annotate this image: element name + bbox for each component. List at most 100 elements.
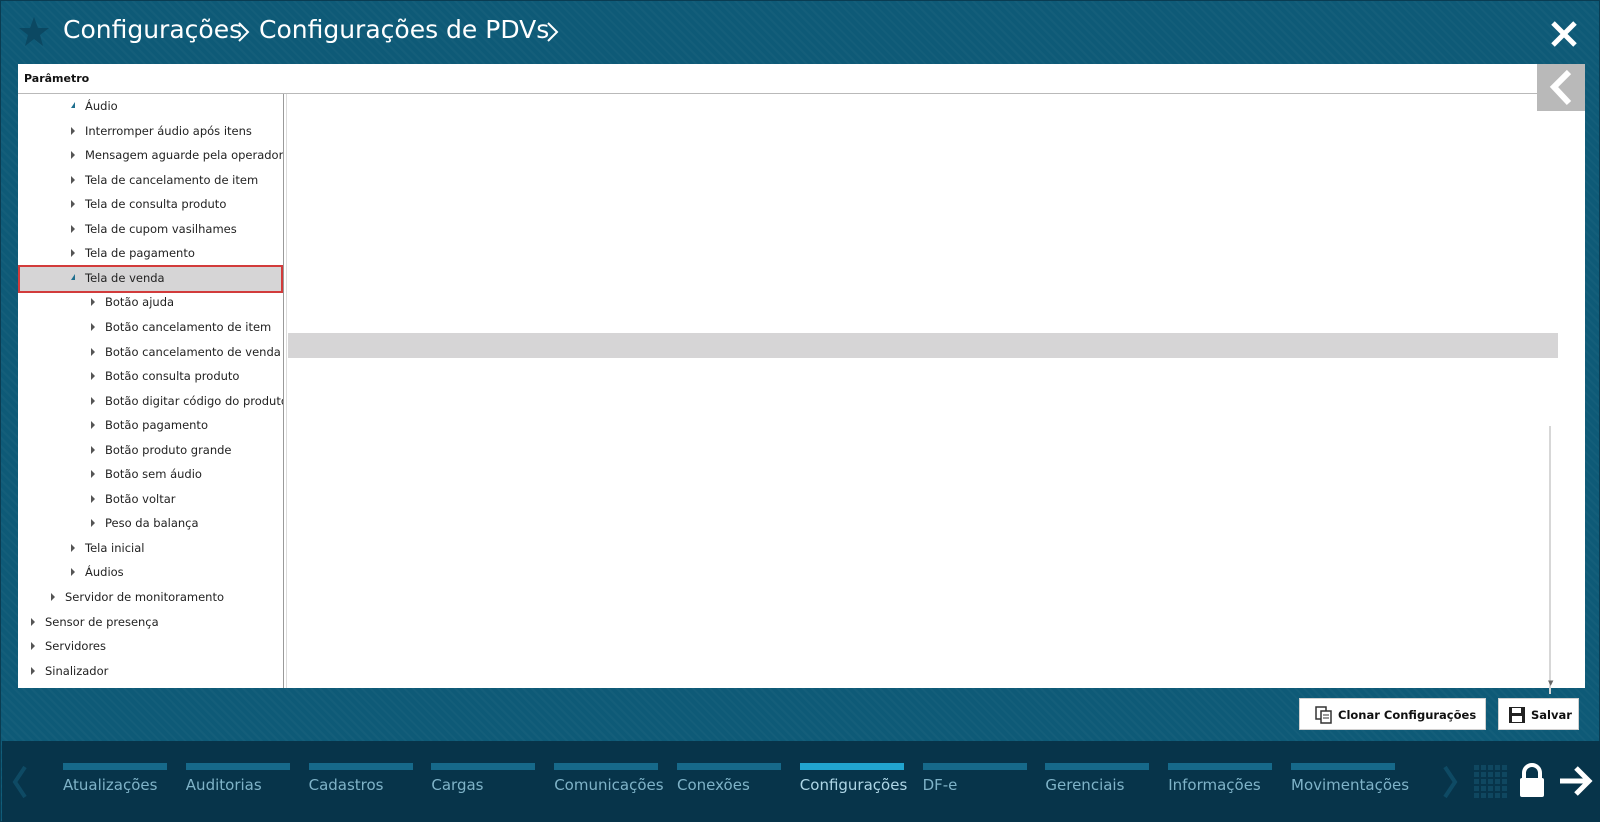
collapsed-arrow-icon[interactable] (71, 224, 75, 233)
collapsed-arrow-icon[interactable] (91, 494, 95, 503)
nav-tab-indicator (63, 763, 167, 770)
tree-item[interactable]: Servidores (18, 634, 283, 659)
nav-tab[interactable]: Cargas (431, 741, 536, 822)
collapse-panel-button[interactable] (1537, 64, 1585, 111)
tree-item-label: Botão produto grande (105, 442, 232, 457)
tree-item-label: Mensagem aguarde pela operadora (85, 148, 283, 163)
expanded-arrow-icon[interactable] (71, 102, 75, 108)
nav-tab-label: Cargas (431, 776, 484, 794)
nav-tab-indicator (799, 763, 904, 770)
collapsed-arrow-icon[interactable] (91, 298, 95, 307)
tree-item[interactable]: Botão pagamento (18, 413, 283, 438)
nav-tab-indicator (922, 763, 1027, 770)
collapsed-arrow-icon[interactable] (31, 617, 35, 626)
collapsed-arrow-icon[interactable] (71, 151, 75, 160)
scrollbar[interactable] (1549, 426, 1551, 694)
collapsed-arrow-icon[interactable] (31, 642, 35, 651)
chevron-right-icon (547, 22, 559, 42)
collapsed-arrow-icon[interactable] (71, 249, 75, 258)
tree-item[interactable]: Sinalizador (18, 659, 283, 684)
collapsed-arrow-icon[interactable] (71, 200, 75, 209)
tree-item[interactable]: Áudio (18, 94, 283, 119)
clone-configurations-button[interactable]: Clonar Configurações (1299, 698, 1486, 730)
star-icon[interactable] (17, 15, 51, 49)
nav-tab[interactable]: Movimentações (1291, 741, 1409, 822)
nav-tab[interactable]: Conexões (677, 741, 781, 822)
tree-item-label: Tela de cancelamento de item (85, 172, 259, 187)
tree-item[interactable]: Tela de cupom vasilhames (18, 217, 283, 242)
collapsed-arrow-icon[interactable] (91, 396, 95, 405)
collapsed-arrow-icon[interactable] (71, 175, 75, 184)
tree-item[interactable]: Tela de cancelamento de item (18, 168, 283, 193)
breadcrumb-configuracoes[interactable]: Configurações (63, 15, 242, 44)
nav-tab-indicator (185, 763, 290, 770)
collapsed-arrow-icon[interactable] (31, 666, 35, 675)
nav-tab[interactable]: Configurações (799, 741, 908, 822)
close-icon[interactable] (1549, 19, 1579, 49)
collapsed-arrow-icon[interactable] (71, 568, 75, 577)
header: Configurações Configurações de PDVs (1, 1, 1600, 63)
nav-tab[interactable]: Comunicações (554, 741, 664, 822)
selection-outline (18, 264, 283, 293)
tree-item[interactable]: Botão consulta produto (18, 364, 283, 389)
nav-tab[interactable]: Gerenciais (1045, 741, 1150, 822)
nav-tab[interactable]: Atualizações (63, 741, 167, 822)
tree-item[interactable]: Botão cancelamento de item (18, 315, 283, 340)
collapsed-arrow-icon[interactable] (51, 593, 55, 601)
tree-item[interactable]: Botão voltar (18, 487, 283, 512)
collapsed-arrow-icon[interactable] (91, 372, 95, 381)
tree-item-label: Sensor de presença (45, 614, 159, 629)
collapsed-arrow-icon[interactable] (91, 445, 95, 454)
tree-item-label: Botão ajuda (105, 295, 175, 310)
chevron-right-icon (238, 22, 250, 42)
collapsed-arrow-icon[interactable] (91, 421, 95, 430)
apps-grid-icon[interactable] (1474, 765, 1507, 798)
collapsed-arrow-icon[interactable] (91, 470, 95, 479)
tree-item[interactable]: Botão cancelamento de venda (18, 340, 283, 365)
tree-item[interactable]: Botão ajuda (18, 290, 283, 315)
tree-item[interactable]: Áudios (18, 560, 283, 585)
nav-tab[interactable]: DF-e (922, 741, 1027, 822)
nav-tab-label: Auditorias (185, 776, 262, 794)
tree-item-label: Sinalizador (45, 663, 109, 678)
tree-item-label: Tela de pagamento (85, 246, 195, 261)
scroll-down-icon[interactable]: ▼ (1548, 679, 1553, 687)
tree-item[interactable]: Interromper áudio após itens (18, 119, 283, 144)
tree-item-label: Botão sem áudio (105, 467, 202, 482)
nav-tab-label: Atualizações (63, 776, 158, 794)
clone-configurations-label: Clonar Configurações (1338, 708, 1477, 722)
tree-item[interactable]: Mensagem aguarde pela operadora (18, 143, 283, 168)
tree-item[interactable]: Botão produto grande (18, 438, 283, 463)
parameter-tree: Áudio Interromper áudio após itens Mensage… (18, 94, 283, 688)
tree-item[interactable]: Peso da balança (18, 511, 283, 536)
nav-tab[interactable]: Informações (1168, 741, 1273, 822)
tree-item[interactable]: Servidor de monitoramento (18, 585, 283, 610)
nav-tab[interactable]: Cadastros (308, 741, 413, 822)
breadcrumb-configuracoes-pdvs[interactable]: Configurações de PDVs (259, 15, 549, 44)
tree-item[interactable]: Botão digitar código do produto (18, 389, 283, 414)
nav-tab[interactable]: Auditorias (185, 741, 290, 822)
collapsed-arrow-icon[interactable] (71, 543, 75, 552)
parameters-panel: Parâmetro ▼ Áudio Interromper áudio após … (18, 64, 1585, 694)
chevron-left-icon[interactable] (12, 765, 28, 799)
selected-row-value[interactable] (288, 333, 1558, 358)
tree-item[interactable]: Tela de pagamento (18, 241, 283, 266)
chevron-right-icon[interactable] (1442, 765, 1458, 799)
tree-item[interactable]: Botão sem áudio (18, 462, 283, 487)
collapsed-arrow-icon[interactable] (91, 347, 95, 356)
save-button[interactable]: Salvar (1498, 698, 1579, 730)
lock-icon[interactable] (1518, 763, 1546, 799)
tree-item-label: Botão cancelamento de item (105, 319, 272, 334)
nav-tab-label: Configurações (799, 776, 908, 794)
logout-arrow-icon[interactable] (1558, 765, 1594, 797)
tree-item[interactable]: Tela inicial (18, 536, 283, 561)
collapsed-arrow-icon[interactable] (91, 322, 95, 331)
tree-item[interactable]: Sensor de presença (18, 610, 283, 635)
collapsed-arrow-icon[interactable] (71, 126, 75, 135)
tree-item-label: Tela de consulta produto (85, 197, 227, 212)
collapsed-arrow-icon[interactable] (91, 519, 95, 528)
tree-item-label: Botão consulta produto (105, 369, 240, 384)
tree-item[interactable]: Tela de consulta produto (18, 192, 283, 217)
nav-tab-label: DF-e (922, 776, 958, 794)
column-header-label: Parâmetro (24, 72, 90, 85)
